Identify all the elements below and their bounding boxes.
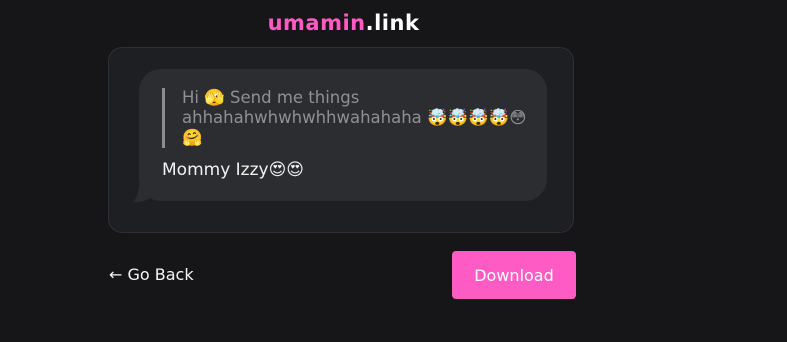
logo-dot: . <box>365 11 375 35</box>
download-button[interactable]: Download <box>452 251 576 299</box>
logo-tld: link <box>374 11 420 35</box>
logo-brand: umamin <box>267 11 366 35</box>
message-bubble: Hi 🫣 Send me things ahhahahwhwhwhhwahaha… <box>139 69 547 201</box>
reply-message: Mommy Izzy😍😍 <box>162 160 305 180</box>
go-back-link[interactable]: ← Go Back <box>109 265 194 285</box>
site-logo[interactable]: umamin.link <box>0 8 687 38</box>
page: umamin.link Hi 🫣 Send me things ahhahahw… <box>0 0 787 342</box>
quoted-message: Hi 🫣 Send me things ahhahahwhwhwhhwahaha… <box>162 88 532 148</box>
message-card: Hi 🫣 Send me things ahhahahwhwhwhhwahaha… <box>108 47 574 233</box>
